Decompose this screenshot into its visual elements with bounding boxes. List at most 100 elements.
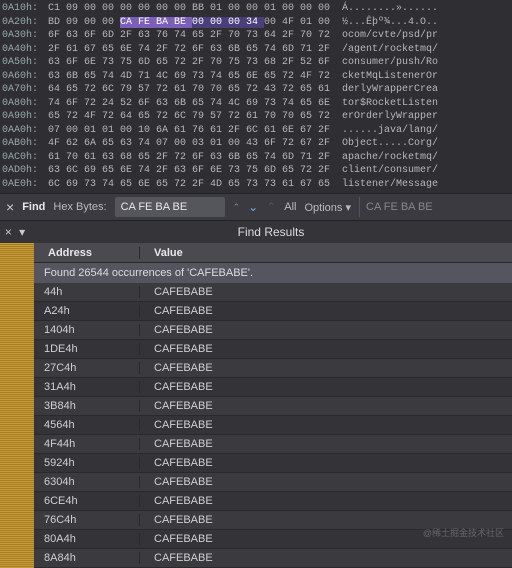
hex-bytes: BD090000CAFEBABE00000034004F0100 — [48, 17, 336, 28]
cell-address: 1404h — [34, 324, 140, 336]
results-table: Address Value Found 26544 occurrences of… — [0, 243, 512, 568]
ascii-text: Á........»...... — [342, 3, 438, 14]
table-row[interactable]: 6304hCAFEBABE — [34, 473, 512, 492]
table-row[interactable]: 4564hCAFEBABE — [34, 416, 512, 435]
hex-row[interactable]: 0A60h:636B65744D714C697374656E65724F72ck… — [0, 70, 512, 84]
cell-value: CAFEBABE — [140, 533, 213, 545]
hex-bytes: 6465726C795772617070657243726561 — [48, 84, 336, 95]
hex-row[interactable]: 0A30h:6F636F6D2F637674652F7073642F7072oc… — [0, 29, 512, 43]
cell-value: CAFEBABE — [140, 305, 213, 317]
offset: 0A50h: — [0, 57, 48, 68]
ascii-text: /agent/rocketmq/ — [342, 44, 438, 55]
find-bar: × Find Hex Bytes: ⌃ ⌄ ⌃ All Options ▾ — [0, 193, 512, 221]
hex-row[interactable]: 0A90h:65724F726465726C7957726170706572 er… — [0, 110, 512, 124]
offset: 0A90h: — [0, 111, 48, 122]
search-input[interactable] — [115, 197, 225, 217]
cell-address: 4564h — [34, 419, 140, 431]
find-label: Find — [22, 201, 45, 213]
cell-value: CAFEBABE — [140, 476, 213, 488]
hex-row[interactable]: 0A70h:6465726C795772617070657243726561de… — [0, 83, 512, 97]
hex-bytes: 746F7224526F636B65744C697374656E — [48, 98, 336, 109]
table-row[interactable]: 1DE4hCAFEBABE — [34, 340, 512, 359]
close-icon[interactable]: × — [6, 199, 14, 215]
ascii-text: Object.....Corg/ — [342, 138, 438, 149]
hex-row[interactable]: 0AB0h:4F626A6563740700030100436F72672F Ob… — [0, 137, 512, 151]
hex-bytes: 65724F726465726C7957726170706572 — [48, 111, 336, 122]
cell-address: A24h — [34, 305, 140, 317]
col-header-value[interactable]: Value — [140, 247, 183, 259]
ascii-text: ......java/lang/ — [342, 125, 438, 136]
offset: 0AC0h: — [0, 152, 48, 163]
cell-address: 80A4h — [34, 533, 140, 545]
hex-row[interactable]: 0A80h:746F7224526F636B65744C697374656E to… — [0, 97, 512, 111]
ascii-text: apache/rocketmq/ — [342, 152, 438, 163]
hex-row[interactable]: 0AC0h:6170616368652F726F636B65746D712F ap… — [0, 151, 512, 165]
hex-row[interactable]: 0A20h:BD090000CAFEBABE00000034004F0100½.… — [0, 16, 512, 30]
ascii-text: consumer/push/Ro — [342, 57, 438, 68]
table-row[interactable]: 4F44hCAFEBABE — [34, 435, 512, 454]
hex-bytes: 4F626A6563740700030100436F72672F — [48, 138, 336, 149]
ascii-text: cketMqListenerOr — [342, 71, 438, 82]
watermark: @稀土掘金技术社区 — [423, 526, 504, 539]
table-row[interactable]: 3B84hCAFEBABE — [34, 397, 512, 416]
cell-address: 31A4h — [34, 381, 140, 393]
table-row[interactable]: 8A84hCAFEBABE — [34, 549, 512, 568]
offset: 0AD0h: — [0, 165, 48, 176]
hex-bytes: C109000000000000BB01000001000000 — [48, 3, 336, 14]
col-header-address[interactable]: Address — [34, 247, 140, 259]
table-row[interactable]: 6CE4hCAFEBABE — [34, 492, 512, 511]
hex-bytes: 6C697374656E65722F4D657373616765 — [48, 179, 336, 190]
cell-value: CAFEBABE — [140, 419, 213, 431]
hex-bytes: 0700010100106A6176612F6C616E672F — [48, 125, 336, 136]
ascii-text: ocom/cvte/psd/pr — [342, 30, 438, 41]
hex-dump-view[interactable]: 0A10h:C109000000000000BB01000001000000Á.… — [0, 0, 512, 193]
ascii-text: derlyWrapperCrea — [342, 84, 438, 95]
cell-value: CAFEBABE — [140, 495, 213, 507]
table-row[interactable]: 44hCAFEBABE — [34, 283, 512, 302]
table-row[interactable]: 1404hCAFEBABE — [34, 321, 512, 340]
hex-bytes-label: Hex Bytes: — [53, 201, 106, 213]
table-header-row: Address Value — [34, 243, 512, 263]
results-header: × ▾ Find Results — [0, 221, 512, 243]
cell-address: 44h — [34, 286, 140, 298]
cell-value: CAFEBABE — [140, 552, 213, 564]
options-dropdown[interactable]: Options ▾ — [305, 201, 352, 214]
hex-row[interactable]: 0AD0h:636C69656E742F636F6E73756D65722Fcl… — [0, 164, 512, 178]
cell-value: CAFEBABE — [140, 362, 213, 374]
chevron-up-down-icon[interactable]: ⌃ — [233, 202, 241, 213]
table-row[interactable]: 5924hCAFEBABE — [34, 454, 512, 473]
scope-all[interactable]: All — [284, 201, 296, 213]
ascii-text: ½...Êþº¾...4.O.. — [342, 17, 438, 28]
offset: 0A40h: — [0, 44, 48, 55]
hex-row[interactable]: 0AE0h:6C697374656E65722F4D657373616765 li… — [0, 178, 512, 192]
hex-bytes: 636B65744D714C697374656E65724F72 — [48, 71, 336, 82]
close-results-icon[interactable]: × ▾ — [0, 225, 30, 240]
hex-bytes: 6170616368652F726F636B65746D712F — [48, 152, 336, 163]
cell-value: CAFEBABE — [140, 381, 213, 393]
hex-bytes: 636F6E73756D65722F707573682F526F — [48, 57, 336, 68]
next-match-icon[interactable]: ⌄ — [248, 200, 258, 214]
minimap-gutter[interactable] — [0, 243, 34, 568]
prev-match-icon[interactable]: ⌃ — [266, 200, 276, 214]
cell-address: 6304h — [34, 476, 140, 488]
hex-row[interactable]: 0AA0h:0700010100106A6176612F6C616E672F..… — [0, 124, 512, 138]
ascii-text: erOrderlyWrapper — [342, 111, 438, 122]
ascii-text: listener/Message — [342, 179, 438, 190]
cell-address: 76C4h — [34, 514, 140, 526]
cell-value: CAFEBABE — [140, 438, 213, 450]
offset: 0A30h: — [0, 30, 48, 41]
replace-input[interactable] — [359, 197, 449, 217]
cell-address: 27C4h — [34, 362, 140, 374]
ascii-text: tor$RocketListen — [342, 98, 438, 109]
hex-row[interactable]: 0A10h:C109000000000000BB01000001000000Á.… — [0, 2, 512, 16]
table-row[interactable]: A24hCAFEBABE — [34, 302, 512, 321]
table-row[interactable]: 27C4hCAFEBABE — [34, 359, 512, 378]
offset: 0AE0h: — [0, 179, 48, 190]
offset: 0AA0h: — [0, 125, 48, 136]
hex-row[interactable]: 0A40h:2F6167656E742F726F636B65746D712F/a… — [0, 43, 512, 57]
offset: 0AB0h: — [0, 138, 48, 149]
table-row[interactable]: 31A4hCAFEBABE — [34, 378, 512, 397]
hex-row[interactable]: 0A50h:636F6E73756D65722F707573682F526F co… — [0, 56, 512, 70]
offset: 0A80h: — [0, 98, 48, 109]
cell-value: CAFEBABE — [140, 343, 213, 355]
